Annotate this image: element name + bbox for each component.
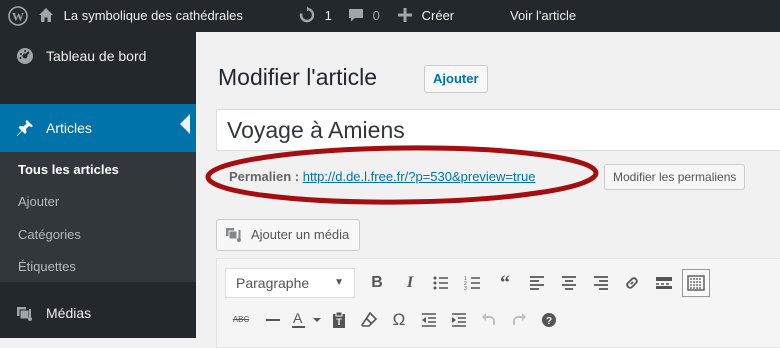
add-media-button[interactable]: Ajouter un média [216, 219, 361, 251]
add-new-post-button[interactable]: Ajouter [424, 65, 488, 93]
read-more-icon[interactable] [650, 269, 678, 297]
svg-text:3: 3 [464, 286, 467, 292]
redo-icon[interactable] [505, 306, 533, 334]
svg-text:W: W [12, 9, 24, 23]
align-center-icon[interactable] [555, 269, 583, 297]
align-right-icon[interactable] [587, 269, 615, 297]
menu-dashboard[interactable]: Tableau de bord [0, 32, 196, 80]
submenu-all-posts[interactable]: Tous les articles [18, 162, 119, 177]
paste-as-text-icon[interactable]: T [325, 306, 353, 334]
menu-media-label: Médias [46, 305, 92, 321]
chevron-down-icon: ▼ [334, 277, 344, 288]
site-name-link[interactable]: La symbolique des cathédrales [38, 0, 243, 32]
svg-text:?: ? [546, 316, 552, 327]
horizontal-rule-icon[interactable] [259, 306, 287, 334]
view-post-link[interactable]: Voir l'article [510, 0, 576, 32]
clear-formatting-icon[interactable] [355, 306, 383, 334]
toolbar-toggle-icon[interactable] [682, 269, 710, 297]
plus-icon [398, 8, 412, 23]
updates-link[interactable]: 1 [298, 0, 332, 32]
comments-count: 0 [372, 8, 380, 23]
menu-posts-label: Articles [46, 120, 92, 136]
edit-permalinks-button[interactable]: Modifier les permaliens [604, 164, 746, 190]
add-media-label: Ajouter un média [251, 227, 350, 242]
add-media-icon [226, 228, 241, 242]
submenu-categories[interactable]: Catégories [18, 227, 81, 242]
numbered-list-icon[interactable]: 123 [459, 269, 487, 297]
updates-icon [299, 6, 315, 23]
help-icon[interactable]: ? [535, 306, 563, 334]
svg-text:T: T [336, 317, 342, 327]
paragraph-format-select[interactable]: Paragraphe ▼ [225, 268, 355, 298]
wordpress-logo-icon[interactable]: W [8, 0, 28, 32]
bullet-list-icon[interactable] [427, 269, 455, 297]
media-icon [17, 307, 32, 321]
menu-posts[interactable]: Articles [0, 104, 196, 152]
bold-icon[interactable]: B [363, 269, 391, 297]
format-select-value: Paragraphe [236, 275, 310, 291]
site-name: La symbolique des cathédrales [63, 8, 243, 23]
svg-text:A: A [293, 311, 303, 326]
blockquote-icon[interactable]: “ [491, 269, 519, 297]
menu-media[interactable]: Médias [0, 289, 196, 337]
link-icon[interactable] [618, 269, 646, 297]
pushpin-icon [17, 120, 33, 136]
current-menu-arrow [180, 114, 190, 134]
posts-submenu: Tous les articles Ajouter Catégories Éti… [0, 152, 196, 282]
special-character-icon[interactable]: Ω [385, 306, 413, 334]
strikethrough-icon[interactable]: ABC [227, 306, 255, 334]
new-content-label: Créer [421, 8, 455, 23]
dashboard-icon [17, 48, 33, 64]
permalink-highlight-ellipse [205, 145, 599, 205]
undo-icon[interactable] [475, 306, 503, 334]
outdent-icon[interactable] [415, 306, 443, 334]
comments-link[interactable]: 0 [348, 0, 380, 32]
new-content-link[interactable]: Créer [398, 0, 454, 32]
align-left-icon[interactable] [523, 269, 551, 297]
menu-dashboard-label: Tableau de bord [46, 48, 147, 64]
home-icon [39, 8, 53, 23]
admin-sidebar: Tableau de bord Articles Tous les articl… [0, 32, 196, 338]
comment-bubble-icon [349, 9, 363, 22]
italic-icon[interactable]: I [396, 269, 424, 297]
text-color-icon[interactable]: A [285, 306, 325, 334]
page-title: Modifier l'article [218, 64, 378, 90]
admin-bar: W La symbolique des cathédrales 1 0 Crée… [0, 0, 780, 32]
submenu-add-new[interactable]: Ajouter [18, 194, 59, 209]
submenu-tags[interactable]: Étiquettes [18, 259, 76, 274]
updates-count: 1 [324, 8, 332, 23]
indent-icon[interactable] [445, 306, 473, 334]
